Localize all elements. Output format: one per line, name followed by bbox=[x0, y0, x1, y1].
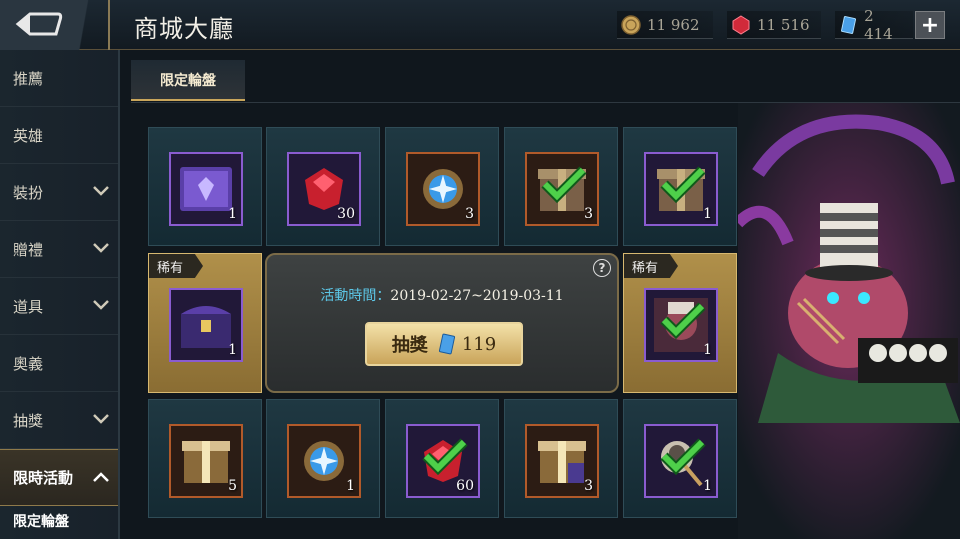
hero-artwork bbox=[738, 103, 960, 539]
wheel-slot-6[interactable]: 稀有 1 bbox=[148, 253, 262, 393]
sidebar-item-label: 奧義 bbox=[13, 354, 44, 373]
item-quantity: 1 bbox=[228, 342, 237, 358]
sidebar-item-items[interactable]: 道具 bbox=[0, 278, 118, 335]
wheel-slot-11[interactable]: 3 bbox=[504, 399, 618, 518]
red-gem-icon: 30 bbox=[287, 152, 361, 226]
checkmark-icon bbox=[660, 166, 706, 204]
gold-box-icon: 5 bbox=[169, 424, 243, 498]
diamond-value: 11 516 bbox=[757, 15, 810, 34]
draw-button[interactable]: 抽獎 119 bbox=[365, 322, 523, 366]
item-quantity: 1 bbox=[703, 342, 712, 358]
sidebar-item-label: 贈禮 bbox=[13, 240, 44, 259]
item-quantity: 1 bbox=[346, 478, 355, 494]
item-quantity: 1 bbox=[228, 206, 237, 222]
chevron-down-icon bbox=[93, 414, 109, 424]
chevron-down-icon bbox=[93, 186, 109, 196]
wheel-slot-10[interactable]: 60 bbox=[385, 399, 499, 518]
sidebar-item-label: 抽獎 bbox=[13, 411, 44, 430]
wheel-slot-5[interactable]: 1 bbox=[623, 127, 737, 246]
sidebar-item-lottery[interactable]: 抽獎 bbox=[0, 392, 118, 449]
item-quantity: 5 bbox=[228, 478, 237, 494]
help-icon[interactable]: ? bbox=[593, 259, 611, 277]
gold-value: 11 962 bbox=[647, 15, 700, 34]
wheel-slot-12[interactable]: 1 bbox=[623, 399, 737, 518]
wheel-slot-3[interactable]: 3 bbox=[385, 127, 499, 246]
blue-orb-icon: 3 bbox=[406, 152, 480, 226]
wheel-slot-1[interactable]: 1 bbox=[148, 127, 262, 246]
item-quantity: 3 bbox=[584, 206, 593, 222]
rare-badge: 稀有 bbox=[624, 254, 678, 278]
draw-button-label: 抽獎 bbox=[391, 335, 428, 356]
sidebar-item-label: 英雄 bbox=[13, 126, 44, 145]
sidebar-item-label: 裝扮 bbox=[13, 183, 44, 202]
wheel-slot-9[interactable]: 1 bbox=[266, 399, 380, 518]
sidebar-subitem-limited-wheel[interactable]: 限定輪盤 bbox=[0, 506, 118, 536]
item-quantity: 3 bbox=[584, 478, 593, 494]
skin-avatar-icon: 1 bbox=[644, 424, 718, 498]
wheel-slot-7[interactable]: 稀有 1 bbox=[623, 253, 737, 393]
purple-chest-icon: 1 bbox=[169, 288, 243, 362]
chevron-down-icon bbox=[93, 300, 109, 310]
sidebar-item-heroes[interactable]: 英雄 bbox=[0, 107, 118, 164]
item-quantity: 1 bbox=[703, 206, 712, 222]
chevron-up-icon bbox=[93, 472, 109, 482]
checkmark-icon bbox=[541, 166, 587, 204]
sidebar-item-arcana[interactable]: 奧義 bbox=[0, 335, 118, 392]
sidebar-item-label: 道具 bbox=[13, 297, 44, 316]
draw-cost: 119 bbox=[461, 333, 497, 355]
blue-orb-icon: 1 bbox=[287, 424, 361, 498]
diamond-counter: 11 516 bbox=[727, 11, 821, 39]
treasure-box-icon: 3 bbox=[525, 152, 599, 226]
checkmark-icon bbox=[422, 438, 468, 476]
event-time-label: 活動時間： bbox=[320, 288, 391, 304]
gold-counter: 11 962 bbox=[617, 11, 713, 39]
diamond-icon bbox=[732, 14, 750, 35]
event-time: 活動時間：2019-02-27~2019-03-11 bbox=[267, 285, 617, 305]
wheel-slot-8[interactable]: 5 bbox=[148, 399, 262, 518]
chevron-down-icon bbox=[93, 243, 109, 253]
voucher-value: 2 414 bbox=[864, 6, 893, 43]
hero-portrait-icon: 1 bbox=[644, 288, 718, 362]
sidebar-item-recommend[interactable]: 推薦 bbox=[0, 50, 118, 107]
gold-box-icon: 3 bbox=[525, 424, 599, 498]
item-quantity: 3 bbox=[465, 206, 474, 222]
item-quantity: 1 bbox=[703, 478, 712, 494]
wheel-slot-2[interactable]: 30 bbox=[266, 127, 380, 246]
item-quantity: 60 bbox=[456, 478, 474, 494]
rare-badge: 稀有 bbox=[149, 254, 203, 278]
checkmark-icon bbox=[660, 302, 706, 340]
item-quantity: 30 bbox=[337, 206, 355, 222]
purple-skin-card-icon: 1 bbox=[169, 152, 243, 226]
wheel-slot-4[interactable]: 3 bbox=[504, 127, 618, 246]
gold-coin-icon bbox=[621, 14, 641, 35]
sidebar-item-gifts[interactable]: 贈禮 bbox=[0, 221, 118, 278]
sidebar-item-label: 限時活動 bbox=[13, 469, 74, 487]
event-time-value: 2019-02-27~2019-03-11 bbox=[390, 288, 564, 304]
sidebar-item-limited-events[interactable]: 限時活動 bbox=[0, 449, 118, 506]
voucher-counter: 2 414 bbox=[835, 7, 913, 43]
sidebar-item-skins[interactable]: 裝扮 bbox=[0, 164, 118, 221]
back-button[interactable] bbox=[0, 0, 110, 50]
sidebar: 推薦 英雄 裝扮 贈禮 道具 奧義 抽獎 限時活動 限定輪盤 bbox=[0, 50, 120, 539]
voucher-icon bbox=[438, 333, 455, 355]
tab-limited-wheel[interactable]: 限定輪盤 bbox=[131, 60, 245, 101]
red-gem-icon: 60 bbox=[406, 424, 480, 498]
checkmark-icon bbox=[660, 438, 706, 476]
event-panel: ? 活動時間：2019-02-27~2019-03-11 抽獎 119 bbox=[265, 253, 619, 393]
page-title: 商城大廳 bbox=[134, 15, 234, 43]
voucher-icon bbox=[841, 15, 857, 34]
top-bar: 商城大廳 11 962 11 516 2 414 + bbox=[0, 0, 960, 50]
add-currency-button[interactable]: + bbox=[915, 11, 945, 39]
sidebar-item-label: 推薦 bbox=[13, 69, 44, 88]
treasure-box-icon: 1 bbox=[644, 152, 718, 226]
back-arrow-icon bbox=[15, 12, 63, 36]
